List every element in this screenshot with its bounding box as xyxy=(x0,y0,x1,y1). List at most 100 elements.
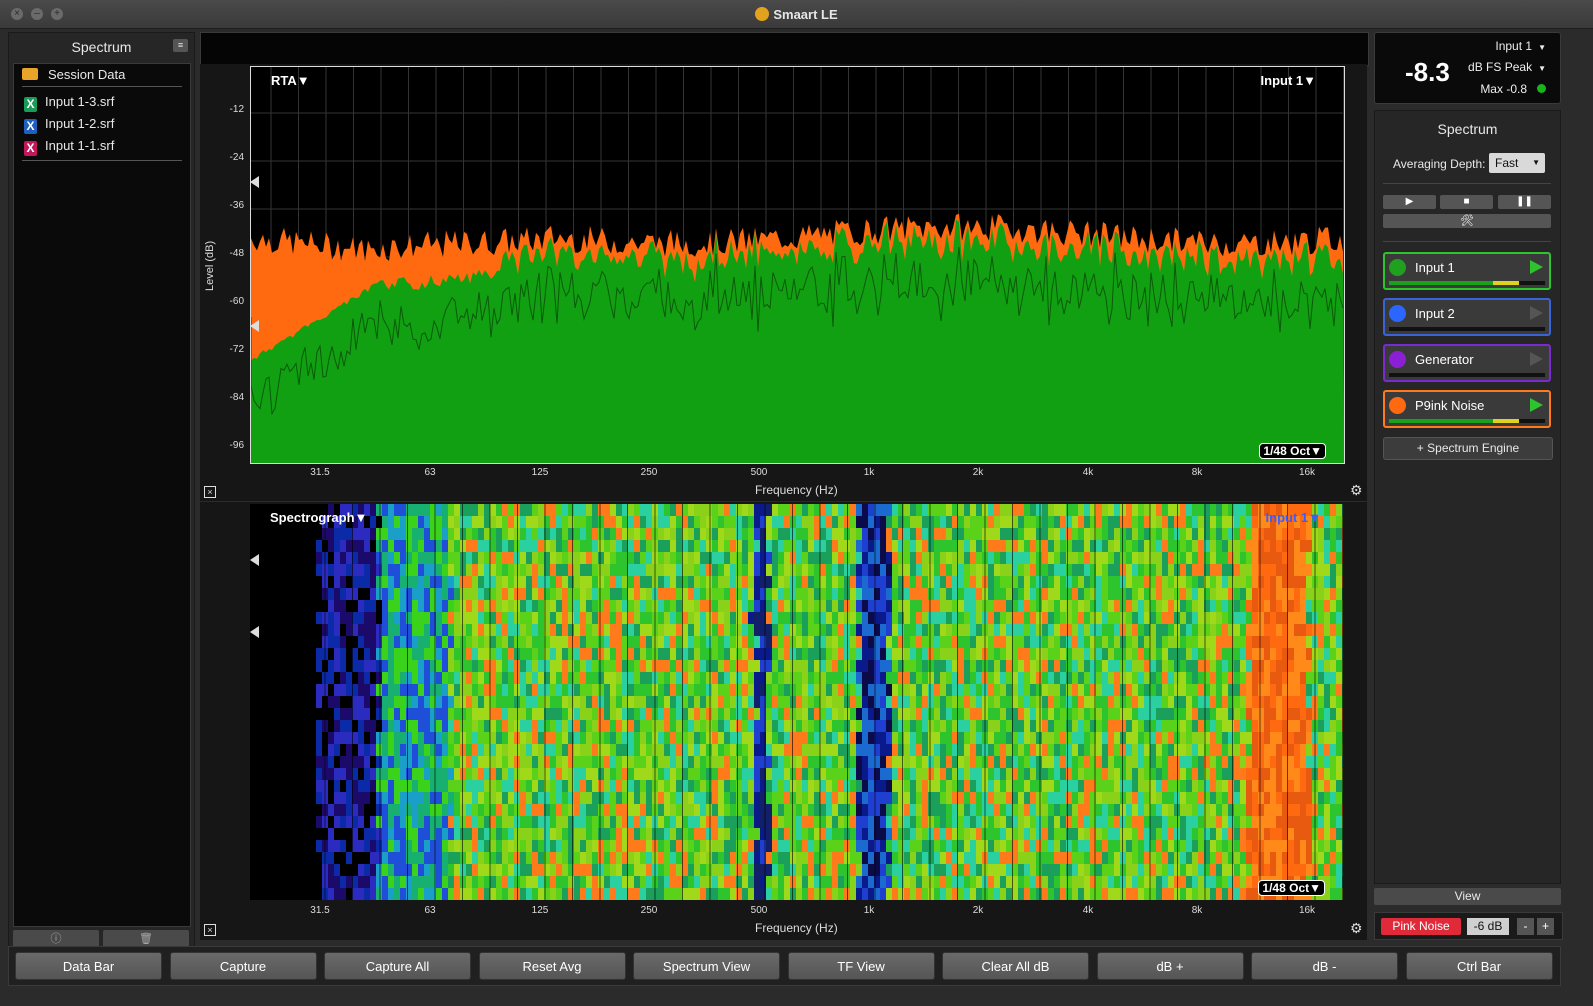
file-item[interactable]: X Input 1-1.srf xyxy=(14,135,190,157)
rta-upper-threshold-handle[interactable] xyxy=(250,176,259,188)
spectrograph-cell xyxy=(1066,852,1072,864)
spectrograph-cell xyxy=(496,768,502,780)
spectrograph-cell xyxy=(964,564,970,576)
spectrograph-cell xyxy=(634,804,640,816)
spectrograph-cell xyxy=(880,792,886,804)
spectrograph-cell xyxy=(490,552,496,564)
spectrograph-cell xyxy=(250,888,256,900)
spectrograph-cell xyxy=(922,828,928,840)
spectrograph-cell xyxy=(1078,576,1084,588)
spectrograph-cell xyxy=(742,852,748,864)
spectrograph-cell xyxy=(490,744,496,756)
spectrograph-cell xyxy=(592,792,598,804)
spectrograph-cell xyxy=(280,756,286,768)
spectrograph-cell xyxy=(922,600,928,612)
spectrograph-cell xyxy=(496,672,502,684)
spectrograph-cell xyxy=(646,708,652,720)
spectrograph-cell xyxy=(832,780,838,792)
spectrograph-cell xyxy=(862,624,868,636)
rta-resolution-dropdown[interactable]: 1/48 Oct▼ xyxy=(1259,443,1326,459)
spectrograph-cell xyxy=(940,624,946,636)
spectrograph-cell xyxy=(742,744,748,756)
spectrograph-cell xyxy=(892,864,898,876)
spectrograph-cell xyxy=(904,864,910,876)
spectrograph-cell xyxy=(958,540,964,552)
spectrograph-cell xyxy=(502,744,508,756)
spectrograph-cell xyxy=(502,504,508,516)
plot-settings-gear-icon[interactable]: ⚙ xyxy=(1350,482,1363,499)
spectrograph-cell xyxy=(904,576,910,588)
spectrograph-cell xyxy=(592,708,598,720)
spectrograph-cell xyxy=(1096,720,1102,732)
spectrograph-cell xyxy=(916,516,922,528)
spectrograph-cell xyxy=(886,840,892,852)
spectrograph-cell xyxy=(1132,516,1138,528)
spectrograph-cell xyxy=(832,624,838,636)
spectrograph-cell xyxy=(580,768,586,780)
spectrograph-cell xyxy=(856,852,862,864)
spectrograph-cell xyxy=(646,636,652,648)
spectrograph-cell xyxy=(706,636,712,648)
spectrograph-cell xyxy=(814,804,820,816)
spectrograph-cell xyxy=(886,588,892,600)
spectrograph-cell xyxy=(736,720,742,732)
spectrograph-cell xyxy=(724,588,730,600)
spectrograph-cell xyxy=(922,816,928,828)
spectrograph-plot[interactable]: Spectrograph▼ Input 1▼ 1/48 Oct▼ xyxy=(250,504,1343,900)
spectrograph-cell xyxy=(376,732,382,744)
spectrograph-cell xyxy=(1072,612,1078,624)
spectrograph-cell xyxy=(700,600,706,612)
spectrograph-cell xyxy=(358,684,364,696)
panel-menu-icon[interactable]: ≡ xyxy=(173,39,188,52)
spectrograph-cell xyxy=(448,708,454,720)
spectrograph-cell xyxy=(280,780,286,792)
spectrograph-cell xyxy=(532,780,538,792)
spectrograph-cell xyxy=(880,780,886,792)
spectrograph-cell xyxy=(634,756,640,768)
spectrograph-cell xyxy=(604,672,610,684)
spectrograph-cell xyxy=(610,648,616,660)
spectrograph-cell xyxy=(886,612,892,624)
spectrograph-cell xyxy=(928,540,934,552)
spectrograph-cell xyxy=(772,612,778,624)
spectrograph-cell xyxy=(364,720,370,732)
spectrograph-cell xyxy=(568,588,574,600)
rta-lower-threshold-handle[interactable] xyxy=(250,320,259,332)
spectrograph-cell xyxy=(1054,780,1060,792)
rta-input-dropdown[interactable]: Input 1▼ xyxy=(1261,73,1316,88)
spectrograph-cell xyxy=(610,708,616,720)
rta-mode-dropdown[interactable]: RTA▼ xyxy=(271,73,310,88)
spectrograph-cell xyxy=(1084,720,1090,732)
spectrograph-cell xyxy=(454,648,460,660)
spectrograph-cell xyxy=(730,672,736,684)
spectrograph-cell xyxy=(412,828,418,840)
file-item[interactable]: X Input 1-2.srf xyxy=(14,113,190,135)
spectrograph-cell xyxy=(436,876,442,888)
spectrograph-cell xyxy=(700,648,706,660)
spectrograph-cell xyxy=(370,756,376,768)
spectrograph-cell xyxy=(988,504,994,516)
spectrograph-cell xyxy=(1132,828,1138,840)
rta-plot[interactable]: RTA▼ Input 1▼ 1/48 Oct▼ xyxy=(250,66,1345,464)
spectrograph-cell xyxy=(820,804,826,816)
spectrograph-cell xyxy=(1054,576,1060,588)
spectrograph-cell xyxy=(616,612,622,624)
spectrograph-cell xyxy=(754,564,760,576)
spectrograph-cell xyxy=(850,696,856,708)
spectrograph-cell xyxy=(802,780,808,792)
spectrograph-cell xyxy=(928,624,934,636)
spectrograph-cell xyxy=(754,540,760,552)
session-data-folder[interactable]: Session Data xyxy=(14,64,190,86)
spectrograph-cell xyxy=(454,552,460,564)
close-plot-icon[interactable]: × xyxy=(204,486,216,498)
file-item[interactable]: X Input 1-3.srf xyxy=(14,91,190,113)
spectrograph-cell xyxy=(1066,600,1072,612)
spectrograph-cell xyxy=(406,876,412,888)
spectrograph-cell xyxy=(472,780,478,792)
spectrograph-cell xyxy=(484,780,490,792)
spectrograph-cell xyxy=(412,756,418,768)
spectrograph-cell xyxy=(970,576,976,588)
spectrograph-cell xyxy=(418,672,424,684)
spectrograph-cell xyxy=(538,780,544,792)
spectrograph-cell xyxy=(814,876,820,888)
